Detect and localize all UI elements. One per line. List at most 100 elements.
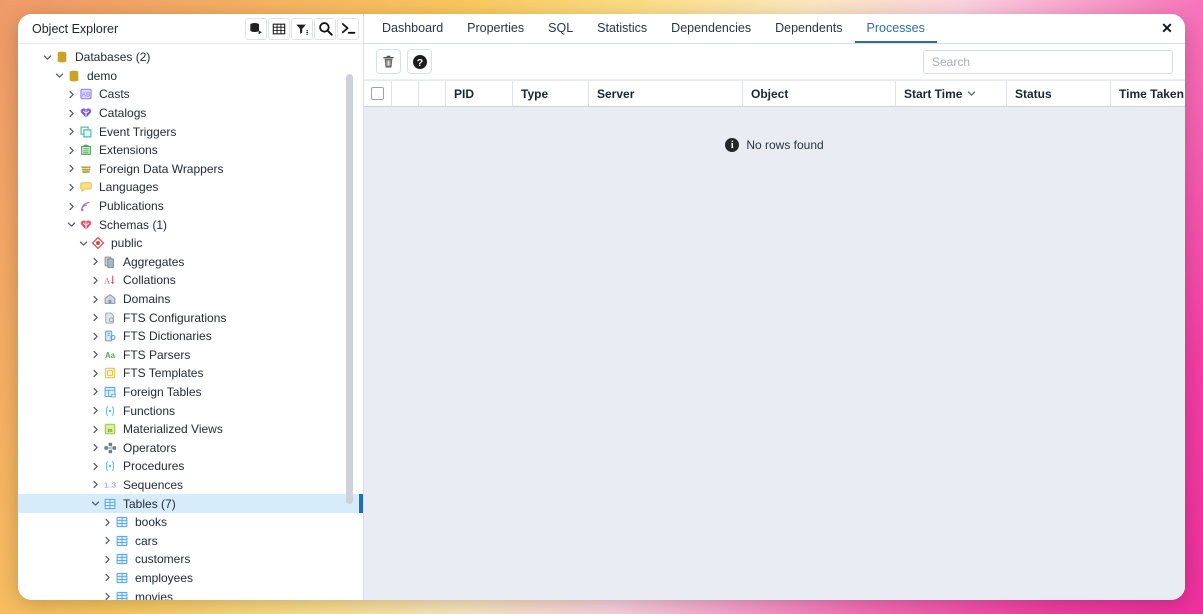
chevron-right-icon[interactable] <box>88 292 102 306</box>
chevron-down-icon[interactable] <box>52 69 66 83</box>
chevron-right-icon[interactable] <box>64 143 78 157</box>
tree-item-languages[interactable]: Languages <box>18 178 363 197</box>
tree-item-operators[interactable]: Operators <box>18 438 363 457</box>
tree-item-databases-2[interactable]: Databases (2) <box>18 48 363 67</box>
tab-statistics[interactable]: Statistics <box>585 21 659 44</box>
explorer-scrollbar[interactable] <box>346 74 353 504</box>
query-tool-icon[interactable] <box>245 17 267 40</box>
explorer-toolbar <box>245 17 359 40</box>
search-input[interactable] <box>923 49 1173 74</box>
column-header-start-time[interactable]: Start Time <box>896 81 1007 106</box>
help-icon[interactable]: ? <box>407 49 432 74</box>
tree-item-functions[interactable]: Functions <box>18 401 363 420</box>
tree-item-label: Operators <box>123 440 177 455</box>
chevron-right-icon[interactable] <box>88 366 102 380</box>
close-icon[interactable]: ✕ <box>1159 20 1175 36</box>
chevron-right-icon[interactable] <box>88 255 102 269</box>
tree-item-demo[interactable]: demo <box>18 67 363 86</box>
chevron-right-icon[interactable] <box>100 534 114 548</box>
chevron-right-icon[interactable] <box>100 590 114 600</box>
tree-item-collations[interactable]: A Collations <box>18 271 363 290</box>
tab-properties[interactable]: Properties <box>455 21 536 44</box>
chevron-right-icon[interactable] <box>88 478 102 492</box>
tree-item-label: Extensions <box>99 143 158 158</box>
tree-item-public[interactable]: public <box>18 234 363 253</box>
tab-dashboard[interactable]: Dashboard <box>370 21 455 44</box>
chevron-right-icon[interactable] <box>88 329 102 343</box>
psql-terminal-icon[interactable] <box>337 17 359 40</box>
column-header-time-taken-sec[interactable]: Time Taken (sec) <box>1111 81 1185 106</box>
tree-item-event-triggers[interactable]: Event Triggers <box>18 122 363 141</box>
tree-item-procedures[interactable]: Procedures <box>18 457 363 476</box>
chevron-right-icon[interactable] <box>88 273 102 287</box>
tree-item-sequences[interactable]: 1..3 Sequences <box>18 476 363 495</box>
chevron-right-icon[interactable] <box>64 106 78 120</box>
tree-item-casts[interactable]: AB Casts <box>18 85 363 104</box>
tab-sql[interactable]: SQL <box>536 21 585 44</box>
chevron-right-icon[interactable] <box>88 422 102 436</box>
schema-icon <box>90 236 106 250</box>
tree-item-fts-parsers[interactable]: Aa FTS Parsers <box>18 346 363 365</box>
column-header-pid[interactable]: PID <box>446 81 513 106</box>
column-header-server[interactable]: Server <box>589 81 743 106</box>
filtered-rows-icon[interactable] <box>291 17 313 40</box>
tree-item-foreign-data-wrappers[interactable]: Foreign Data Wrappers <box>18 160 363 179</box>
tree-item-foreign-tables[interactable]: Foreign Tables <box>18 383 363 402</box>
chevron-right-icon[interactable] <box>100 515 114 529</box>
tree-item-fts-templates[interactable]: FTS Templates <box>18 364 363 383</box>
search-objects-icon[interactable] <box>314 17 336 40</box>
chevron-down-icon[interactable] <box>76 236 90 250</box>
chevron-right-icon[interactable] <box>100 571 114 585</box>
object-tree-container[interactable]: Databases (2) demo AB Casts Catalogs Even… <box>18 44 363 600</box>
table-icon <box>114 515 130 529</box>
svg-text:?: ? <box>416 56 422 68</box>
delete-process-icon[interactable] <box>376 49 401 74</box>
chevron-right-icon[interactable] <box>88 404 102 418</box>
tree-item-customers[interactable]: customers <box>18 550 363 569</box>
tree-item-aggregates[interactable]: Aggregates <box>18 253 363 272</box>
tree-item-fts-configurations[interactable]: FTS Configurations <box>18 308 363 327</box>
chevron-right-icon[interactable] <box>64 199 78 213</box>
chevron-right-icon[interactable] <box>88 441 102 455</box>
chevron-right-icon[interactable] <box>64 162 78 176</box>
tree-item-label: FTS Parsers <box>123 347 191 362</box>
column-header-status[interactable]: Status <box>1007 81 1111 106</box>
chevron-right-icon[interactable] <box>64 125 78 139</box>
column-header-spacer-1 <box>392 81 419 106</box>
chevron-right-icon[interactable] <box>88 348 102 362</box>
sort-chevron-down-icon[interactable] <box>967 89 976 98</box>
chevron-down-icon[interactable] <box>88 497 102 511</box>
tree-item-label: Databases (2) <box>75 50 151 65</box>
tree-item-schemas-1[interactable]: Schemas (1) <box>18 215 363 234</box>
tree-item-employees[interactable]: employees <box>18 569 363 588</box>
tree-item-materialized-views[interactable]: m Materialized Views <box>18 420 363 439</box>
chevron-down-icon[interactable] <box>40 50 54 64</box>
chevron-right-icon[interactable] <box>100 552 114 566</box>
chevron-right-icon[interactable] <box>88 459 102 473</box>
tree-item-extensions[interactable]: Extensions <box>18 141 363 160</box>
tree-item-label: books <box>135 515 168 530</box>
tree-item-movies[interactable]: movies <box>18 587 363 600</box>
chevron-right-icon[interactable] <box>64 180 78 194</box>
column-header-object[interactable]: Object <box>743 81 896 106</box>
fdw-icon <box>78 162 94 176</box>
chevron-right-icon[interactable] <box>64 87 78 101</box>
view-data-icon[interactable] <box>268 17 290 40</box>
database-group-icon <box>54 50 70 64</box>
tree-item-label: Functions <box>123 403 176 418</box>
tree-item-publications[interactable]: Publications <box>18 197 363 216</box>
chevron-right-icon[interactable] <box>88 385 102 399</box>
select-all-checkbox[interactable] <box>371 87 384 100</box>
tree-item-catalogs[interactable]: Catalogs <box>18 104 363 123</box>
chevron-right-icon[interactable] <box>88 311 102 325</box>
tab-dependencies[interactable]: Dependencies <box>659 21 763 44</box>
tab-processes[interactable]: Processes <box>854 21 937 43</box>
tree-item-tables-7[interactable]: Tables (7) <box>18 494 363 513</box>
tree-item-domains[interactable]: Domains <box>18 290 363 309</box>
tab-dependents[interactable]: Dependents <box>763 21 854 44</box>
tree-item-cars[interactable]: cars <box>18 531 363 550</box>
tree-item-fts-dictionaries[interactable]: FTS Dictionaries <box>18 327 363 346</box>
column-header-type[interactable]: Type <box>513 81 589 106</box>
tree-item-books[interactable]: books <box>18 513 363 532</box>
chevron-down-icon[interactable] <box>64 218 78 232</box>
